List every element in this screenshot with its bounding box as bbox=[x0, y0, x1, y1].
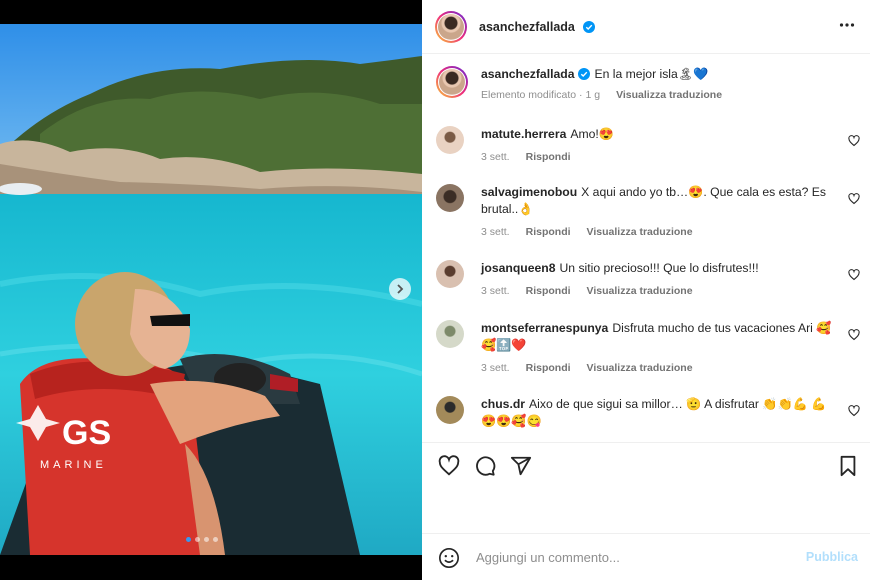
photo-badge-text: GS bbox=[62, 414, 111, 452]
heart-icon[interactable] bbox=[438, 455, 460, 477]
comment-time: 3 sett. bbox=[481, 151, 510, 163]
comment-username[interactable]: chus.dr bbox=[481, 397, 525, 411]
carousel-dot bbox=[213, 537, 218, 542]
translate-button[interactable]: Visualizza traduzione bbox=[616, 87, 722, 104]
add-comment-bar: Pubblica bbox=[422, 533, 870, 581]
comment-avatar[interactable] bbox=[436, 260, 464, 288]
comment-row: montseferranespunya Disfruta mucho de tus… bbox=[436, 320, 860, 377]
verified-icon bbox=[583, 20, 596, 33]
caption-meta: Elemento modificato · 1 g bbox=[481, 89, 601, 101]
heart-icon[interactable] bbox=[848, 193, 860, 205]
carousel-dot bbox=[204, 537, 209, 542]
comment-time: 3 sett. bbox=[481, 226, 510, 238]
comment-input[interactable] bbox=[474, 549, 778, 566]
comment-text: Amo!😍 bbox=[570, 127, 614, 141]
comment-time: 3 sett. bbox=[481, 285, 510, 297]
verified-icon bbox=[578, 68, 591, 80]
reply-button[interactable]: Rispondi bbox=[526, 149, 571, 166]
comments-list[interactable]: asanchezfallada En la mejor isla🏝💙 Elemen… bbox=[422, 54, 870, 442]
comment-icon[interactable] bbox=[474, 455, 496, 477]
bookmark-icon[interactable] bbox=[838, 455, 858, 477]
comment-avatar[interactable] bbox=[436, 126, 464, 154]
carousel-dot bbox=[186, 537, 191, 542]
comment-username[interactable]: josanqueen8 bbox=[481, 261, 556, 275]
comment-time: 3 sett. bbox=[481, 362, 510, 374]
emoji-icon[interactable] bbox=[438, 547, 460, 569]
more-icon[interactable] bbox=[839, 17, 855, 33]
comment-row: chus.dr Aixo de que sigui sa millor… 🫡 A … bbox=[436, 396, 860, 430]
heart-icon[interactable] bbox=[848, 329, 860, 341]
comment-avatar[interactable] bbox=[436, 396, 464, 424]
post-header: asanchezfallada bbox=[422, 0, 870, 54]
author-avatar[interactable] bbox=[435, 10, 467, 43]
translate-button[interactable]: Visualizza traduzione bbox=[587, 283, 693, 300]
heart-icon[interactable] bbox=[848, 135, 860, 147]
carousel-next-button[interactable] bbox=[389, 278, 411, 300]
comment-row: josanqueen8 Un sitio precioso!!! Que lo d… bbox=[436, 260, 860, 300]
comment-username[interactable]: matute.herrera bbox=[481, 127, 566, 141]
author-username[interactable]: asanchezfallada bbox=[479, 20, 575, 34]
comment-row: salvagimenobou X aqui ando yo tb…😍. Que c… bbox=[436, 184, 860, 241]
heart-icon[interactable] bbox=[848, 405, 860, 417]
author-username-wrap: asanchezfallada bbox=[479, 18, 596, 36]
publish-button[interactable]: Pubblica bbox=[806, 550, 858, 564]
caption-avatar[interactable] bbox=[436, 66, 468, 98]
comment-username[interactable]: salvagimenobou bbox=[481, 185, 577, 199]
post-photo[interactable]: GS MARINE bbox=[0, 24, 422, 555]
post-actions bbox=[422, 442, 870, 493]
heart-icon[interactable] bbox=[848, 269, 860, 281]
chevron-right-icon bbox=[397, 284, 404, 294]
reply-button[interactable]: Rispondi bbox=[526, 283, 571, 300]
carousel-dot bbox=[195, 537, 200, 542]
comment-text: Un sitio precioso!!! Que lo disfrutes!!! bbox=[559, 261, 759, 275]
comment-avatar[interactable] bbox=[436, 320, 464, 348]
reply-button[interactable]: Rispondi bbox=[526, 224, 571, 241]
comment-text: Aixo de que sigui sa millor… 🫡 A disfrut… bbox=[481, 397, 827, 428]
post-sidebar: asanchezfallada asanchezfallada En la mej… bbox=[422, 0, 870, 580]
comment-username[interactable]: montseferranespunya bbox=[481, 321, 608, 335]
caption-username[interactable]: asanchezfallada bbox=[481, 67, 574, 81]
share-icon[interactable] bbox=[510, 455, 532, 477]
carousel-indicator bbox=[186, 537, 218, 542]
reply-button[interactable]: Rispondi bbox=[526, 360, 571, 377]
translate-button[interactable]: Visualizza traduzione bbox=[587, 224, 693, 241]
photo-badge-subtext: MARINE bbox=[40, 459, 107, 471]
translate-button[interactable]: Visualizza traduzione bbox=[587, 360, 693, 377]
caption-text: En la mejor isla🏝💙 bbox=[594, 67, 709, 81]
comment-row: matute.herrera Amo!😍 3 sett. Rispondi bbox=[436, 126, 860, 166]
comment-avatar[interactable] bbox=[436, 184, 464, 212]
caption-row: asanchezfallada En la mejor isla🏝💙 Elemen… bbox=[436, 66, 860, 104]
post-media: GS MARINE bbox=[0, 0, 422, 580]
